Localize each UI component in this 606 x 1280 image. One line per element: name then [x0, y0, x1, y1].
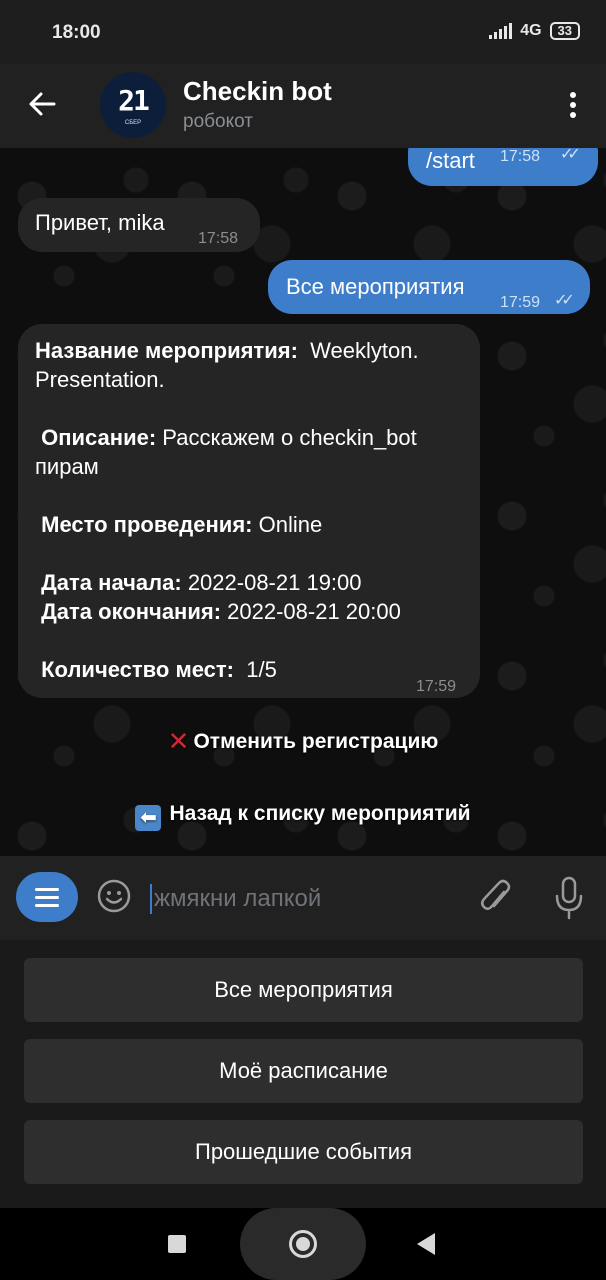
network-label: 4G [520, 22, 542, 39]
double-check-icon: ✓✓ [554, 292, 575, 309]
back-to-events-label: Назад к списку мероприятий [169, 802, 471, 825]
cross-mark-icon: ✕ [167, 726, 190, 756]
reply-keyboard: Все мероприятия Моё расписание Прошедшие… [0, 940, 606, 1208]
chat-area[interactable]: /start 17:58 ✓✓ Привет, mika 17:58 Все м… [0, 148, 606, 856]
event-seats-value: 1/5 [246, 657, 277, 682]
event-start-label: Дата начала: [41, 570, 182, 595]
status-bar: 18:00 4G 33 [0, 0, 606, 64]
avatar-logo-text: 21 [118, 84, 150, 117]
keyboard-button-all-events[interactable]: Все мероприятия [24, 958, 583, 1022]
message-text: Все мероприятия [286, 274, 465, 299]
keyboard-button-my-schedule[interactable]: Моё расписание [24, 1039, 583, 1103]
chat-header: 21 СБЕР Checkin bot робокот [0, 64, 606, 148]
bot-avatar[interactable]: 21 СБЕР [100, 72, 166, 138]
avatar-logo-sub: СБЕР [124, 120, 142, 126]
event-seats-label: Количество мест: [41, 657, 235, 682]
system-nav-bar [0, 1208, 606, 1280]
event-name-label: Название мероприятия: [35, 338, 298, 363]
message-outgoing[interactable]: /start 17:58 ✓✓ [408, 148, 598, 186]
text-caret [150, 884, 152, 914]
battery-icon: 33 [549, 22, 580, 40]
event-location-value: Online [258, 512, 323, 537]
keyboard-button-past-events[interactable]: Прошедшие события [24, 1120, 583, 1184]
paperclip-icon[interactable] [478, 878, 514, 918]
back-to-events-button[interactable]: ⬅ Назад к списку мероприятий [0, 802, 606, 831]
event-card-message[interactable]: Название мероприятия: Weeklyton. Present… [18, 324, 480, 698]
recents-icon[interactable] [168, 1235, 186, 1253]
cancel-registration-button[interactable]: ✕ Отменить регистрацию [0, 726, 606, 757]
event-details: Название мероприятия: Weeklyton. Present… [35, 336, 465, 684]
signal-icon [489, 23, 513, 39]
microphone-icon[interactable] [553, 876, 585, 920]
event-description-label: Описание: [41, 425, 157, 450]
event-end-value: 2022-08-21 20:00 [227, 599, 401, 624]
message-time: 17:59 [416, 678, 457, 695]
event-start-value: 2022-08-21 19:00 [187, 570, 362, 595]
home-button[interactable] [240, 1208, 366, 1280]
status-time: 18:00 [52, 22, 101, 43]
cancel-registration-label: Отменить регистрацию [193, 730, 439, 753]
message-time: 17:58 [198, 230, 239, 247]
message-incoming[interactable]: Привет, mika 17:58 [18, 198, 260, 252]
message-outgoing[interactable]: Все мероприятия 17:59 ✓✓ [268, 260, 590, 314]
event-location-label: Место проведения: [41, 512, 253, 537]
message-input[interactable] [154, 883, 454, 915]
more-vertical-icon[interactable] [570, 92, 578, 120]
left-arrow-box-icon: ⬅ [135, 805, 162, 831]
double-check-icon: ✓✓ [560, 148, 581, 163]
arrow-left-icon[interactable] [26, 88, 58, 120]
home-icon-dot [296, 1237, 310, 1251]
smile-icon[interactable] [96, 878, 132, 914]
status-indicators: 4G 33 [489, 22, 580, 40]
event-end-label: Дата окончания: [41, 599, 222, 624]
message-text: /start [426, 148, 475, 173]
chat-title[interactable]: Checkin bot [183, 76, 332, 107]
message-time: 17:59 [500, 294, 541, 311]
back-triangle-icon[interactable] [417, 1233, 435, 1255]
message-time: 17:58 [500, 148, 541, 165]
message-text: Привет, mika [35, 210, 165, 235]
chat-subtitle: робокот [183, 111, 253, 132]
message-input-bar [0, 856, 606, 940]
bot-menu-button[interactable] [16, 872, 78, 922]
